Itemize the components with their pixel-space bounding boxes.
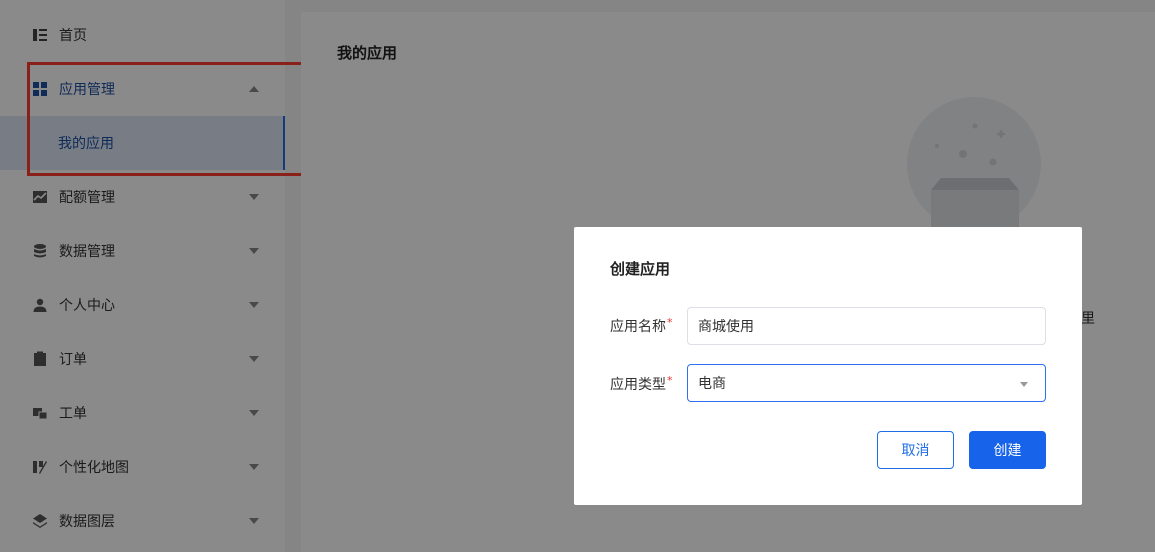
required-asterisk: * — [667, 374, 673, 387]
app-type-select-value: 电商 — [698, 376, 726, 392]
app-type-label-text: 应用类型 — [610, 377, 666, 393]
create-app-dialog: 创建应用 应用名称* 商城使用 应用类型* 电商 取消 创建 — [574, 227, 1082, 505]
app-name-label-text: 应用名称 — [610, 319, 666, 335]
app-type-select[interactable]: 电商 — [687, 364, 1046, 402]
cancel-button[interactable]: 取消 — [877, 431, 954, 469]
caret-down-icon — [1020, 382, 1028, 387]
app-name-input[interactable]: 商城使用 — [687, 307, 1046, 345]
create-button[interactable]: 创建 — [969, 431, 1046, 469]
required-asterisk: * — [667, 316, 673, 329]
dialog-title: 创建应用 — [610, 260, 671, 278]
app-type-label: 应用类型* — [610, 374, 673, 394]
app-name-label: 应用名称* — [610, 316, 673, 336]
app-name-input-value: 商城使用 — [698, 319, 754, 335]
